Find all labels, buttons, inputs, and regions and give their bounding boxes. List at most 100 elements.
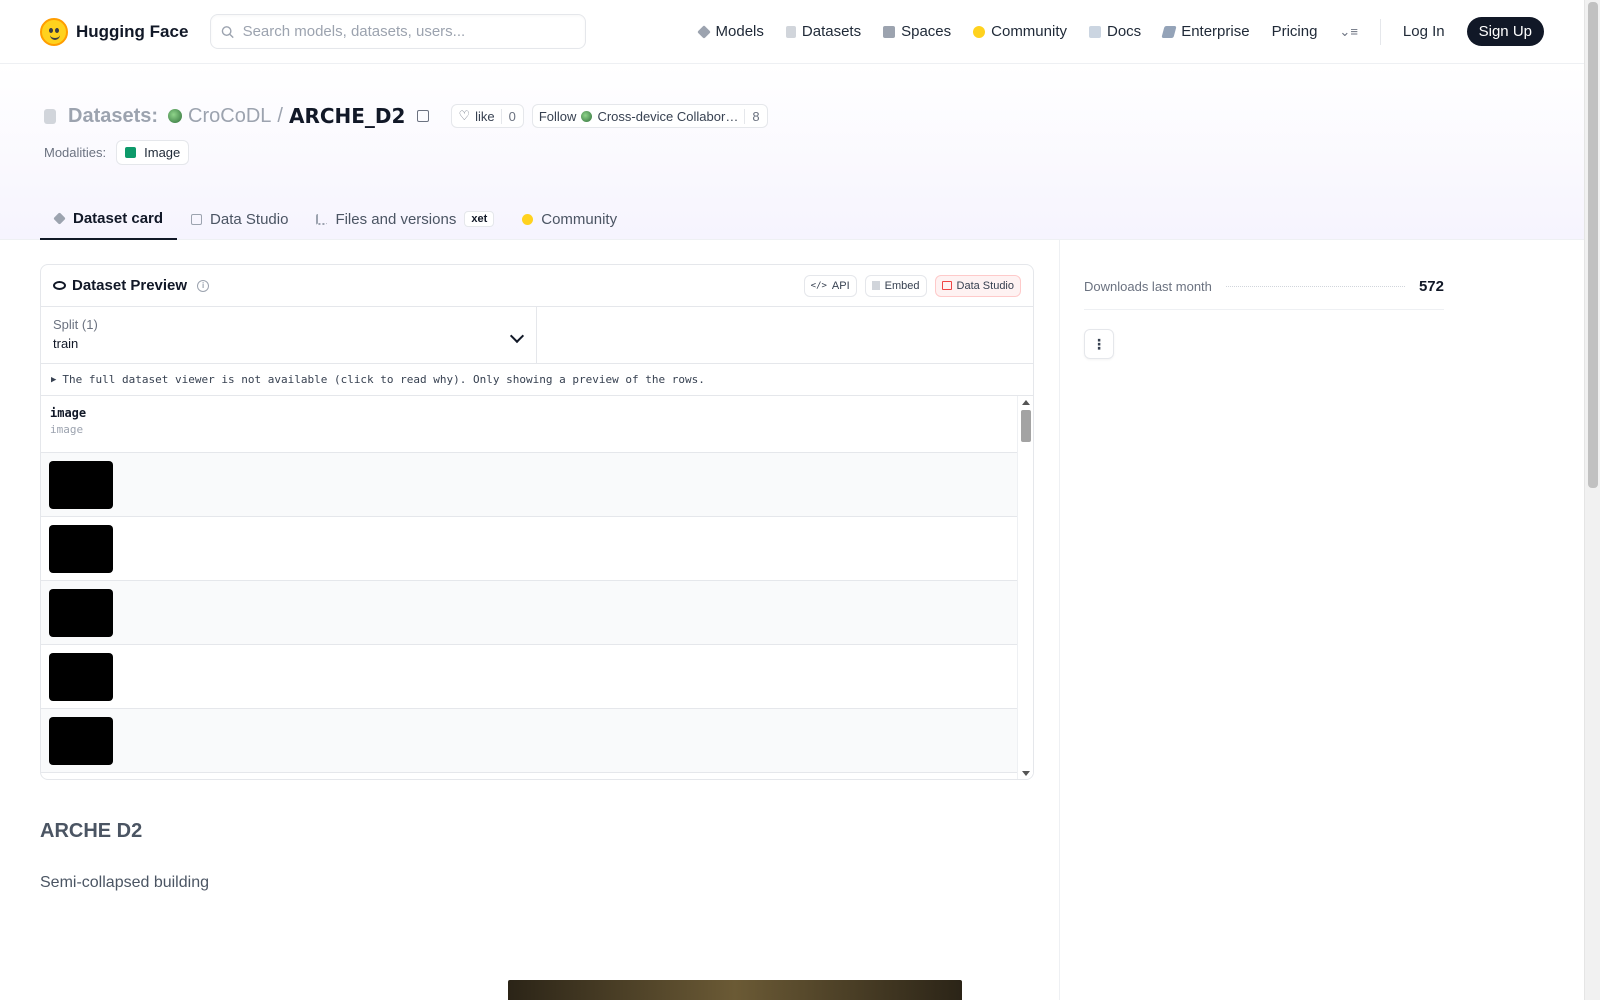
heart-icon: ♡: [458, 108, 471, 123]
nav-enterprise-label: Enterprise: [1181, 23, 1250, 40]
top-navigation: Hugging Face Models Datasets Spaces Comm…: [0, 0, 1584, 64]
nav-docs-label: Docs: [1107, 23, 1142, 40]
nav-enterprise[interactable]: Enterprise: [1161, 23, 1250, 40]
repo-tabs: Dataset card Data Studio Files and versi…: [40, 198, 631, 240]
preview-title-label: Dataset Preview: [72, 277, 188, 294]
scroll-down-arrow-icon[interactable]: [1022, 771, 1030, 776]
nav-community[interactable]: Community: [973, 23, 1067, 40]
image-thumbnail[interactable]: [49, 589, 113, 637]
search-icon: [222, 25, 235, 38]
column-header-image[interactable]: image image: [41, 396, 1033, 453]
tab-community[interactable]: Community: [508, 198, 631, 240]
section-label[interactable]: Datasets:: [68, 105, 158, 128]
nav-divider: [1379, 18, 1381, 45]
embed-label: Embed: [884, 279, 920, 292]
split-row: Split (1) train: [41, 307, 1033, 364]
tab-dataset-card[interactable]: Dataset card: [40, 198, 178, 240]
preview-rows: [41, 453, 1033, 773]
follow-label: Follow: [538, 108, 577, 124]
split-select[interactable]: Split (1) train: [41, 307, 537, 363]
api-button[interactable]: </> API: [803, 274, 857, 297]
modality-tag-image[interactable]: Image: [116, 140, 190, 165]
nav-spaces-label: Spaces: [901, 23, 952, 40]
table-row[interactable]: [41, 709, 1019, 773]
nav-datasets-label: Datasets: [801, 23, 862, 40]
card-image: [508, 980, 962, 1000]
image-icon: [125, 147, 137, 158]
table-icon: [191, 213, 203, 225]
login-link[interactable]: Log In: [1403, 23, 1445, 40]
data-studio-label: Data Studio: [956, 279, 1014, 292]
copy-icon[interactable]: [417, 110, 430, 122]
downloads-stat: Downloads last month 572: [1084, 264, 1444, 310]
table-row[interactable]: [41, 517, 1019, 581]
follow-button[interactable]: Follow Cross-device Collabor… 8: [531, 104, 768, 128]
brand-logo[interactable]: Hugging Face: [40, 17, 188, 46]
scroll-up-arrow-icon[interactable]: [1022, 400, 1030, 405]
downloads-sparkline: [1225, 286, 1405, 287]
table-icon: [941, 281, 952, 290]
tab-dataset-card-label: Dataset card: [73, 209, 164, 227]
viewer-notice[interactable]: ▶ The full dataset viewer is not availab…: [41, 364, 1033, 396]
hug-emoji-icon: [973, 25, 986, 38]
more-options-button[interactable]: ⋮: [1084, 329, 1114, 359]
page-scrollbar[interactable]: [1584, 0, 1600, 1000]
files-icon: [316, 213, 328, 225]
embed-icon: [871, 281, 880, 290]
image-thumbnail[interactable]: [49, 461, 113, 509]
nav-models[interactable]: Models: [696, 23, 764, 40]
signup-button[interactable]: Sign Up: [1466, 17, 1544, 46]
card-title: ARCHE D2: [40, 820, 143, 842]
repo-header: Datasets: CroCoDL / ARCHE_D2 ♡ like 0 Fol…: [0, 64, 1584, 240]
preview-scrollbar[interactable]: [1017, 396, 1033, 779]
more-menu-icon[interactable]: ⌄≡: [1339, 24, 1357, 40]
main-content: Dataset Preview i </> API Embed Data Stud…: [40, 264, 1034, 1000]
nav-spaces[interactable]: Spaces: [883, 23, 951, 40]
info-icon[interactable]: i: [197, 279, 210, 292]
downloads-label: Downloads last month: [1084, 279, 1212, 294]
table-row[interactable]: [41, 581, 1019, 645]
data-studio-button[interactable]: Data Studio: [934, 274, 1021, 297]
table-row[interactable]: [41, 453, 1019, 517]
downloads-value: 572: [1418, 278, 1444, 295]
tab-data-studio[interactable]: Data Studio: [177, 198, 302, 240]
nav-models-label: Models: [715, 23, 764, 40]
modalities-line: Modalities: Image: [44, 140, 190, 165]
book-icon: [1089, 25, 1101, 38]
image-thumbnail[interactable]: [49, 653, 113, 701]
kebab-menu-icon: ⋮: [1092, 335, 1106, 352]
tab-files-versions[interactable]: Files and versions xet: [302, 198, 508, 240]
crumb-slash: /: [277, 104, 283, 127]
modalities-label: Modalities:: [44, 145, 107, 160]
page-scrollbar-thumb[interactable]: [1588, 2, 1598, 488]
repo-name[interactable]: ARCHE_D2: [289, 104, 405, 128]
preview-actions: </> API Embed Data Studio: [803, 274, 1021, 297]
embed-button[interactable]: Embed: [864, 274, 927, 297]
hugging-face-logo-icon: [40, 17, 68, 46]
dataset-preview: Dataset Preview i </> API Embed Data Stud…: [40, 264, 1034, 780]
like-label: like: [475, 108, 495, 124]
nav-datasets[interactable]: Datasets: [785, 23, 862, 40]
scrollbar-thumb[interactable]: [1021, 410, 1031, 442]
repo-title-line: Datasets: CroCoDL / ARCHE_D2 ♡ like 0 Fol…: [44, 104, 768, 128]
eye-icon: [53, 281, 66, 290]
modality-label: Image: [144, 145, 181, 160]
column-type: image: [50, 423, 84, 436]
search-box[interactable]: [210, 14, 587, 49]
tab-data-studio-label: Data Studio: [210, 210, 289, 228]
image-thumbnail[interactable]: [49, 525, 113, 573]
search-input[interactable]: [242, 23, 576, 40]
org-link[interactable]: CroCoDL: [188, 105, 271, 128]
column-name: image: [50, 406, 87, 420]
nav-pricing-label: Pricing: [1271, 23, 1318, 40]
like-button[interactable]: ♡ like 0: [451, 104, 524, 128]
table-row[interactable]: [41, 645, 1019, 709]
split-label: Split (1): [53, 317, 98, 332]
nav-pricing[interactable]: Pricing: [1272, 23, 1318, 40]
follow-org-name: Cross-device Collabor…: [597, 108, 739, 124]
enterprise-icon: [1161, 25, 1177, 38]
image-thumbnail[interactable]: [49, 717, 113, 765]
database-icon: [785, 25, 796, 38]
nav-docs[interactable]: Docs: [1089, 23, 1141, 40]
cube-icon: [696, 24, 711, 39]
